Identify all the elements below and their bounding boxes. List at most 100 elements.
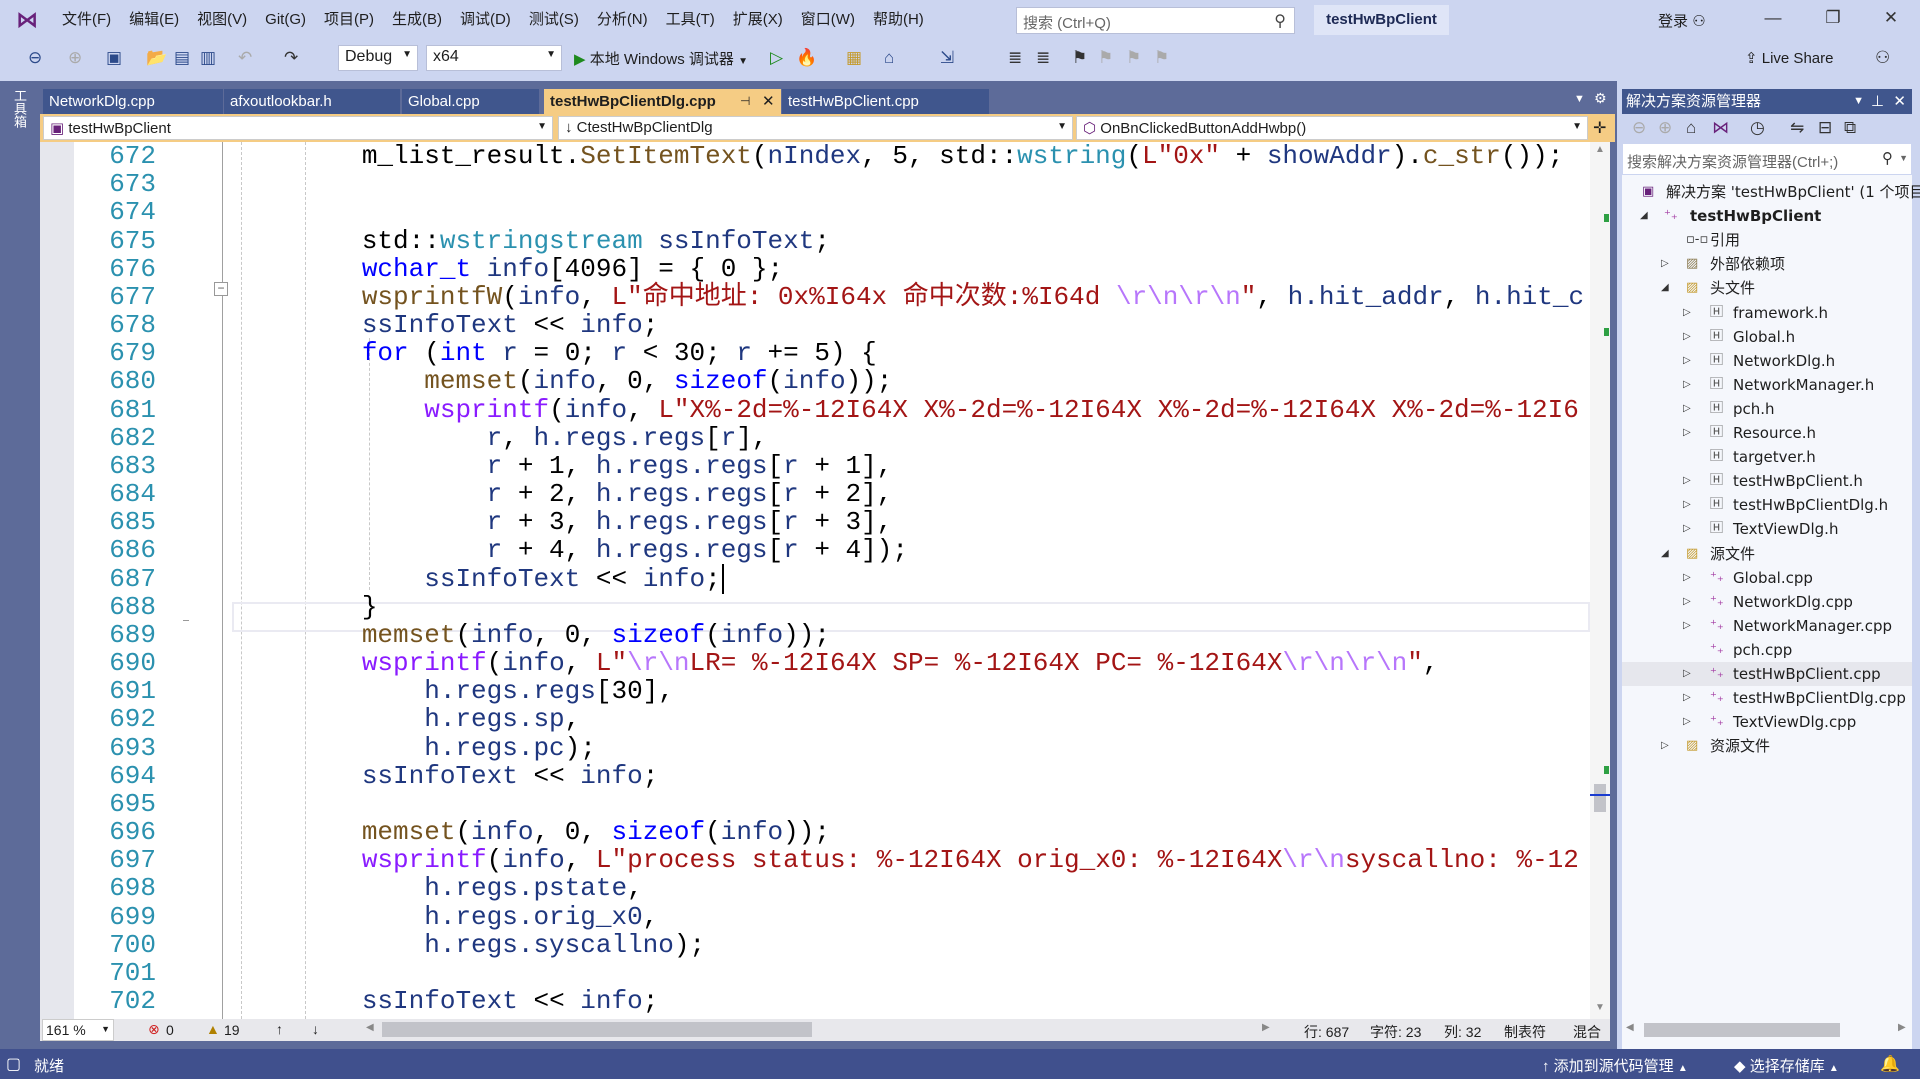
gear-icon[interactable]: ⚙ [1594,90,1607,107]
window-layout-icon[interactable]: ⌂ [884,47,894,69]
start-without-debugging-icon[interactable]: ▷ [770,47,783,69]
collapsed-arrow-icon[interactable]: ▷ [1661,252,1669,276]
home-icon[interactable]: ⌂ [1686,117,1696,139]
menu-item[interactable]: 调试(D) [451,10,520,30]
tree-item[interactable]: 🄷targetver.h [1622,445,1912,469]
scroll-up-icon[interactable]: ▲ [1595,144,1605,155]
tree-item[interactable]: ▷ 🄷framework.h [1622,301,1912,325]
solution-search-input[interactable]: 搜索解决方案资源管理器(Ctrl+;) ⚲ ▼ [1622,143,1912,175]
expanded-arrow-icon[interactable]: ◢ [1661,542,1669,566]
menu-item[interactable]: 窗口(W) [792,10,864,30]
tab-testhwbpclientdlg-cpp[interactable]: testHwBpClientDlg.cpp ⊣ ✕ [544,89,781,114]
menu-item[interactable]: 扩展(X) [724,10,792,30]
line-ending-mode[interactable]: 混合 [1573,1022,1601,1042]
warning-count[interactable]: 19 [224,1022,240,1038]
find-in-files-icon[interactable]: ▦ [846,47,862,69]
next-bookmark-icon[interactable]: ⚑ [1126,47,1141,69]
collapse-all-icon[interactable]: ⊟ [1818,117,1832,139]
show-all-files-icon[interactable]: ⧉ [1844,117,1856,139]
collapsed-arrow-icon[interactable]: ▷ [1683,614,1691,638]
tree-item[interactable]: ⁺₊ pch.cpp [1622,638,1912,662]
scrollbar-thumb[interactable] [1594,784,1606,812]
live-share-button[interactable]: ⇪ Live Share [1745,49,1833,67]
code-line[interactable]: 702 ssInfoText << info; [40,987,1590,1015]
tree-item[interactable]: ◢ ⁺₊ testHwBpClient [1622,204,1912,228]
warning-icon[interactable]: ▲ [206,1021,220,1037]
menu-item[interactable]: 编辑(E) [120,10,188,30]
code-line[interactable]: 681 wsprintf(info, L"X%-2d=%-12I64X X%-2… [40,396,1590,424]
scroll-right-icon[interactable]: ▶ [1898,1022,1906,1033]
expanded-arrow-icon[interactable]: ◢ [1661,276,1669,300]
expanded-arrow-icon[interactable]: ◢ [1640,204,1648,228]
tab-afxoutlookbar-h[interactable]: afxoutlookbar.h [224,89,400,114]
configuration-select[interactable]: Debug ▼ [338,45,418,71]
code-line[interactable]: 678 ssInfoText << info; [40,311,1590,339]
vertical-scrollbar[interactable]: ▲ ▼ [1590,142,1610,1019]
code-line[interactable]: 695 [40,790,1590,818]
tab-networkdlg-cpp[interactable]: NetworkDlg.cpp [43,89,223,114]
uncomment-icon[interactable]: ≣ [1036,47,1050,69]
menu-item[interactable]: 文件(F) [53,10,120,30]
tab-list-dropdown-icon[interactable]: ▼ [1574,93,1585,105]
toolbox-strip[interactable]: 工具箱 [0,81,35,1049]
platform-select[interactable]: x64 ▼ [426,45,562,71]
menu-item[interactable]: 工具(T) [657,10,724,30]
tree-item[interactable]: ▷ ⁺₊ testHwBpClient.cpp [1622,662,1912,686]
code-line[interactable]: 688 } [40,593,1590,621]
code-line[interactable]: 694 ssInfoText << info; [40,762,1590,790]
output-icon[interactable]: ▢ [6,1054,21,1074]
code-line[interactable]: 690 wsprintf(info, L"\r\nLR= %-12I64X SP… [40,649,1590,677]
code-line[interactable]: 696 memset(info, 0, sizeof(info)); [40,818,1590,846]
collapsed-arrow-icon[interactable]: ▷ [1661,734,1669,758]
pin-icon[interactable]: ⊣ [740,89,750,114]
code-line[interactable]: 685 r + 3, h.regs.regs[r + 3], [40,508,1590,536]
class-dropdown[interactable]: ↓ CtestHwBpClientDlg ▼ [558,116,1073,140]
select-repository-button[interactable]: ◆ 选择存储库 ▲ [1734,1055,1839,1076]
save-all-icon[interactable]: ▥ [200,47,216,69]
code-line[interactable]: 698 h.regs.pstate, [40,874,1590,902]
tree-item[interactable]: ▣ 解决方案 'testHwBpClient' (1 个项目 [1622,180,1920,204]
login-button[interactable]: 登录 ⚇ [1658,10,1706,31]
collapsed-arrow-icon[interactable]: ▷ [1683,590,1691,614]
tree-item[interactable]: ▷ 🄷 NetworkManager.h [1622,373,1912,397]
code-line[interactable]: 686 r + 4, h.regs.regs[r + 4]); [40,536,1590,564]
tree-item[interactable]: ▷ 🄷 NetworkDlg.h [1622,349,1912,373]
back-icon[interactable]: ⊖ [28,47,42,69]
collapsed-arrow-icon[interactable]: ▷ [1683,662,1691,686]
pin-icon[interactable]: ⊥ [1871,89,1884,114]
tab-global-cpp[interactable]: Global.cpp [402,89,539,114]
split-editor-icon[interactable]: ✛ [1593,118,1606,138]
comment-icon[interactable]: ≣ [1008,47,1022,69]
tree-item[interactable]: ▷ ⁺₊ testHwBpClientDlg.cpp [1622,686,1912,710]
tree-item[interactable]: ▷ ⁺₊ Global.cpp [1622,566,1912,590]
collapsed-arrow-icon[interactable]: ▷ [1683,349,1691,373]
code-line[interactable]: 693 h.regs.pc); [40,734,1590,762]
code-line[interactable]: 677 wsprintfW(info, L"命中地址: 0x%I64x 命中次数… [40,283,1590,311]
switch-views-icon[interactable]: ⋈ [1712,117,1729,139]
code-line[interactable]: 692 h.regs.sp, [40,705,1590,733]
close-button[interactable]: ✕ [1876,8,1906,28]
member-dropdown[interactable]: ⬡ OnBnClickedButtonAddHwbp() ▼ [1076,116,1588,140]
code-line[interactable]: 701 [40,959,1590,987]
collapsed-arrow-icon[interactable]: ▷ [1683,397,1691,421]
tree-item[interactable]: ▷ 🄷pch.h [1622,397,1912,421]
code-line[interactable]: 674 [40,198,1590,226]
scroll-left-icon[interactable]: ◀ [1626,1022,1634,1033]
minimize-button[interactable]: — [1758,8,1788,28]
feedback-icon[interactable]: ⚇ [1875,47,1890,69]
open-file-icon[interactable]: 📂 [146,47,167,69]
tree-horizontal-scrollbar[interactable]: ◀ ▶ [1622,1019,1912,1041]
code-line[interactable]: 679 for (int r = 0; r < 30; r += 5) { [40,339,1590,367]
menu-item[interactable]: 帮助(H) [864,10,933,30]
collapsed-arrow-icon[interactable]: ▷ [1683,301,1691,325]
tree-item[interactable]: ◢ ▨ 源文件 [1622,542,1912,566]
close-tab-icon[interactable]: ✕ [762,89,775,114]
tree-item[interactable]: ▷ 🄷 TextViewDlg.h [1622,517,1912,541]
undo-icon[interactable]: ↶ [238,47,252,69]
save-icon[interactable]: ▤ [174,47,190,69]
code-line[interactable]: 687 ssInfoText << info; [40,563,1590,594]
code-line[interactable]: 683 r + 1, h.regs.regs[r + 1], [40,452,1590,480]
code-line[interactable]: 680 memset(info, 0, sizeof(info)); [40,367,1590,395]
error-count[interactable]: 0 [166,1022,174,1038]
search-options-icon[interactable]: ▼ [1899,153,1908,163]
